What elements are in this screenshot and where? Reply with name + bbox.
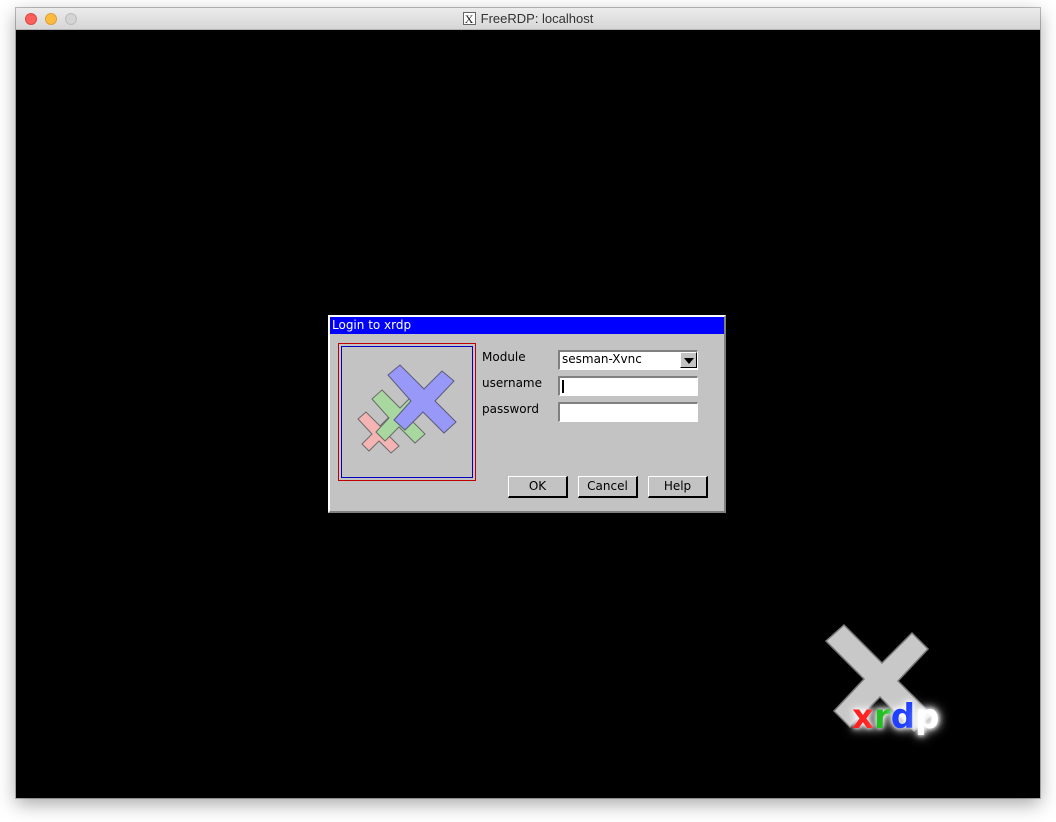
ok-button[interactable]: OK [508,476,568,498]
brand-letter-p: p [915,697,940,737]
xrdp-logo-inner [341,346,473,478]
window-title-wrap: FreeRDP: localhost [16,11,1040,27]
dropdown-arrow-icon[interactable] [680,352,697,368]
xrdp-logo-icon [357,364,457,454]
cancel-button[interactable]: Cancel [578,476,638,498]
password-input[interactable] [558,402,698,422]
brand-letter-r: r [873,697,891,737]
dialog-title[interactable]: Login to xrdp [330,317,724,334]
module-select[interactable]: sesman-Xvnc [558,350,698,370]
logo-blue-x [387,364,457,434]
text-caret [562,380,564,393]
brand-letter-d: d [890,697,916,737]
module-select-value: sesman-Xvnc [562,352,642,366]
window-title: FreeRDP: localhost [480,11,594,26]
brand-letter-x: x [852,697,874,737]
password-label: password [482,402,539,416]
help-button[interactable]: Help [648,476,708,498]
xrdp-brand-text: xrdp [852,700,939,734]
username-label: username [482,376,542,390]
window-titlebar[interactable]: FreeRDP: localhost [16,8,1040,30]
xrdp-logo-frame [338,343,476,481]
x11-app-icon [462,11,476,27]
login-dialog: Login to xrdp Module sesman-Xvnc usernam… [328,315,726,513]
username-input[interactable] [558,376,698,396]
module-label: Module [482,350,526,364]
